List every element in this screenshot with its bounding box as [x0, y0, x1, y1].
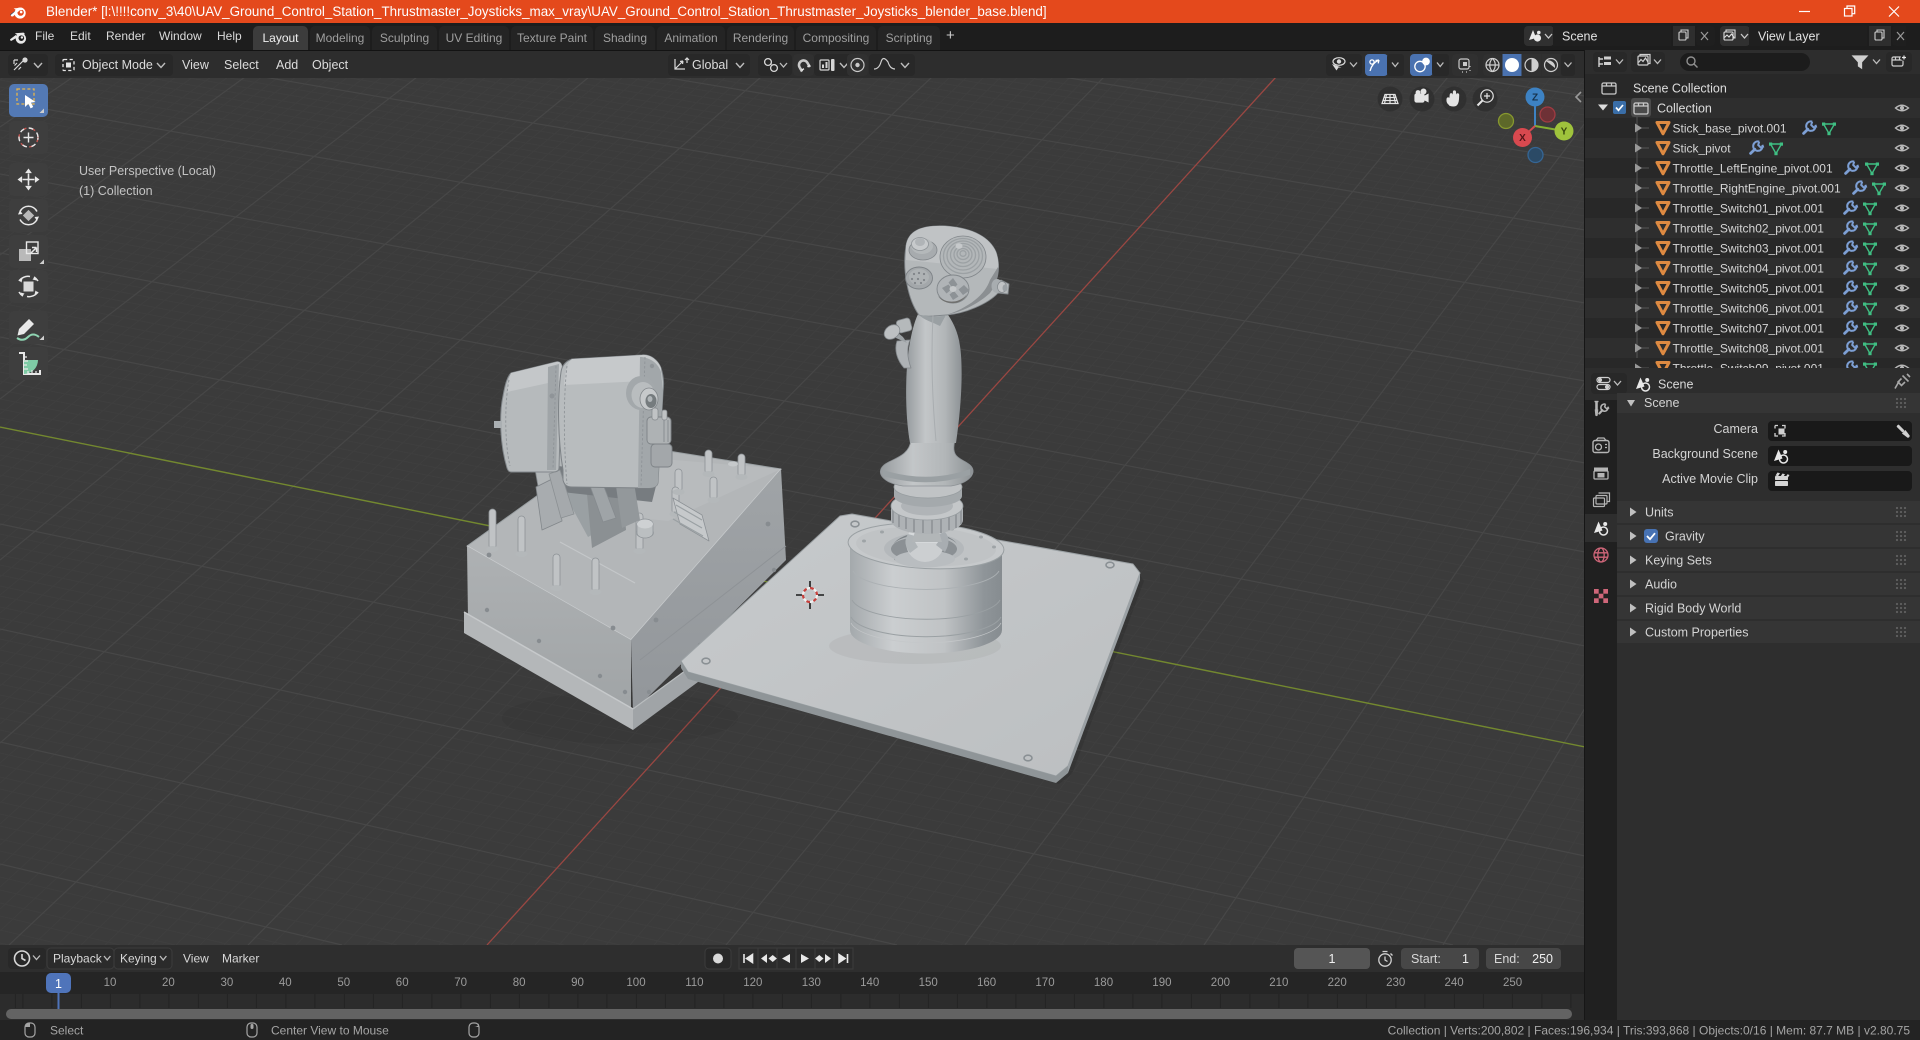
svg-text:Select: Select [224, 58, 259, 72]
svg-text:170: 170 [1035, 977, 1054, 989]
svg-text:Y: Y [1561, 127, 1568, 138]
svg-text:10: 10 [104, 977, 117, 989]
svg-text:Scene: Scene [1644, 396, 1679, 410]
svg-text:160: 160 [977, 977, 996, 989]
svg-text:80: 80 [513, 977, 526, 989]
svg-text:Keying: Keying [120, 952, 157, 966]
svg-text:100: 100 [626, 977, 645, 989]
svg-text:20: 20 [162, 977, 175, 989]
svg-text:240: 240 [1445, 977, 1464, 989]
svg-text:1: 1 [1462, 952, 1469, 966]
svg-text:View: View [183, 952, 209, 966]
svg-text:Collection | Verts:200,802 | F: Collection | Verts:200,802 | Faces:196,9… [1388, 1024, 1911, 1038]
svg-text:Z: Z [1532, 93, 1538, 104]
svg-text:120: 120 [743, 977, 762, 989]
svg-text:Gravity: Gravity [1665, 530, 1705, 544]
svg-text:130: 130 [802, 977, 821, 989]
svg-text:Playback: Playback [53, 952, 103, 966]
svg-text:Throttle_Switch07_pivot.001: Throttle_Switch07_pivot.001 [1673, 322, 1825, 336]
svg-text:Active Movie Clip: Active Movie Clip [1662, 472, 1758, 486]
svg-text:50: 50 [337, 977, 350, 989]
svg-text:Throttle_Switch04_pivot.001: Throttle_Switch04_pivot.001 [1673, 262, 1825, 276]
svg-text:Units: Units [1645, 506, 1673, 520]
svg-text:110: 110 [685, 977, 703, 989]
svg-text:Throttle_Switch08_pivot.001: Throttle_Switch08_pivot.001 [1673, 342, 1825, 356]
svg-text:Add: Add [276, 58, 298, 72]
svg-text:Throttle_Switch01_pivot.001: Throttle_Switch01_pivot.001 [1673, 202, 1825, 216]
svg-text:Stick_pivot: Stick_pivot [1673, 142, 1732, 156]
svg-text:Select: Select [50, 1024, 84, 1038]
svg-text:Scene: Scene [1658, 378, 1693, 392]
svg-text:Keying Sets: Keying Sets [1645, 554, 1712, 568]
svg-text:Throttle_RightEngine_pivot.001: Throttle_RightEngine_pivot.001 [1673, 182, 1841, 196]
svg-text:Start:: Start: [1411, 952, 1441, 966]
svg-text:40: 40 [279, 977, 292, 989]
svg-text:Stick_base_pivot.001: Stick_base_pivot.001 [1673, 122, 1787, 136]
svg-text:30: 30 [221, 977, 234, 989]
svg-text:200: 200 [1211, 977, 1230, 989]
svg-text:210: 210 [1269, 977, 1288, 989]
svg-text:View: View [182, 58, 210, 72]
svg-text:150: 150 [919, 977, 938, 989]
svg-text:Custom Properties: Custom Properties [1645, 626, 1749, 640]
svg-text:Throttle_Switch02_pivot.001: Throttle_Switch02_pivot.001 [1673, 222, 1825, 236]
svg-text:Scene Collection: Scene Collection [1633, 82, 1727, 96]
svg-text:Background Scene: Background Scene [1652, 447, 1758, 461]
svg-text:180: 180 [1094, 977, 1113, 989]
svg-text:Throttle_Switch03_pivot.001: Throttle_Switch03_pivot.001 [1673, 242, 1825, 256]
svg-text:Collection: Collection [1657, 102, 1712, 116]
svg-text:Throttle_Switch06_pivot.001: Throttle_Switch06_pivot.001 [1673, 302, 1825, 316]
svg-text:Camera: Camera [1714, 422, 1759, 436]
svg-text:250: 250 [1532, 952, 1553, 966]
svg-text:Center View to Mouse: Center View to Mouse [271, 1024, 389, 1038]
svg-text:140: 140 [860, 977, 879, 989]
svg-text:End:: End: [1494, 952, 1520, 966]
svg-text:Object: Object [312, 58, 349, 72]
svg-text:Global: Global [692, 58, 728, 72]
svg-text:Throttle_Switch05_pivot.001: Throttle_Switch05_pivot.001 [1673, 282, 1825, 296]
svg-text:60: 60 [396, 977, 409, 989]
svg-text:70: 70 [454, 977, 467, 989]
svg-text:220: 220 [1328, 977, 1347, 989]
svg-text:X: X [1519, 133, 1526, 144]
svg-text:190: 190 [1152, 977, 1171, 989]
svg-text:1: 1 [1329, 952, 1336, 966]
svg-text:90: 90 [571, 977, 584, 989]
svg-text:Rigid Body World: Rigid Body World [1645, 602, 1741, 616]
svg-text:250: 250 [1503, 977, 1522, 989]
svg-text:Throttle_LeftEngine_pivot.001: Throttle_LeftEngine_pivot.001 [1673, 162, 1833, 176]
svg-text:1: 1 [55, 977, 62, 991]
svg-text:Scene: Scene [1562, 30, 1597, 44]
svg-text:Audio: Audio [1645, 578, 1677, 592]
svg-text:230: 230 [1386, 977, 1405, 989]
svg-text:Marker: Marker [222, 952, 259, 966]
svg-text:Object Mode: Object Mode [82, 58, 153, 72]
svg-text:View Layer: View Layer [1758, 30, 1820, 44]
